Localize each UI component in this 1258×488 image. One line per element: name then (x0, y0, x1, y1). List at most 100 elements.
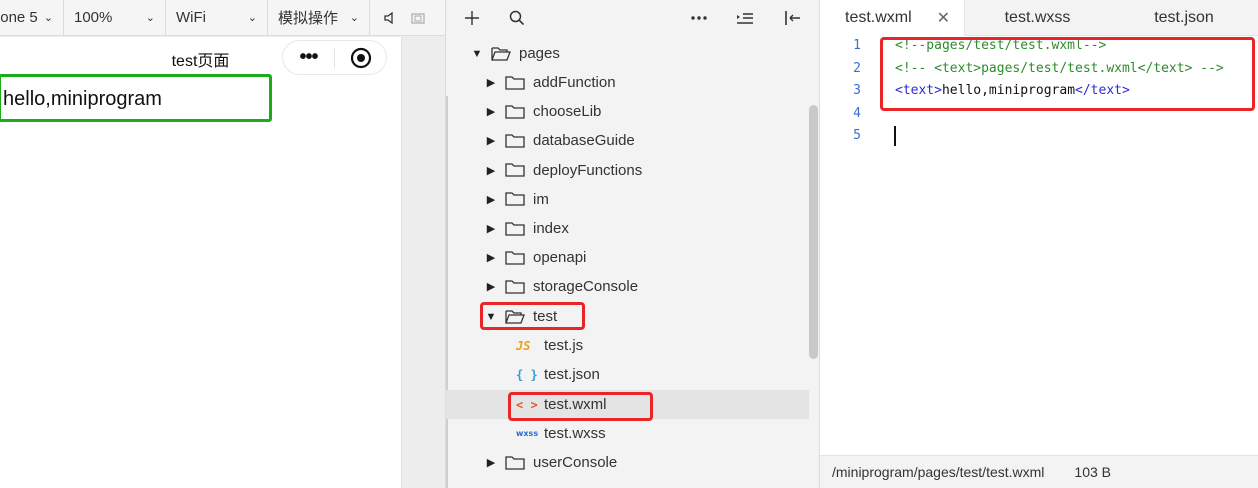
indent-list-icon (737, 13, 753, 24)
tree-label: addFunction (533, 74, 616, 91)
collapsed-arrow-icon: ▶ (486, 252, 496, 265)
folder-icon (505, 250, 525, 266)
chevron-down-icon: ⌄ (247, 12, 257, 24)
collapsed-arrow-icon: ▶ (486, 77, 496, 89)
wxss-file-icon: wxss (516, 429, 539, 438)
tree-folder-item[interactable]: ▶ deployFunctions (446, 156, 809, 185)
collapsed-arrow-icon: ▶ (486, 281, 496, 294)
zoom-select[interactable]: 100% ⌄ (64, 0, 166, 36)
tree-label: databaseGuide (533, 132, 635, 150)
collapse-button[interactable] (777, 0, 807, 36)
collapsed-arrow-icon: ▶ (486, 164, 496, 177)
more-button[interactable] (684, 0, 714, 36)
json-file-icon: { } (516, 367, 538, 382)
tree-label: im (533, 190, 549, 208)
red-highlight-code (880, 37, 1255, 111)
tree-label: chooseLib (533, 103, 602, 121)
tree-folder-item[interactable]: ▶ storageConsole (446, 272, 809, 301)
tree-label: test.json (544, 366, 600, 383)
chevron-down-icon: ⌄ (145, 12, 155, 24)
tab-test-wxml[interactable]: test.wxml ✕ (820, 0, 965, 36)
folder-icon (505, 133, 525, 149)
tree-folder-item[interactable]: ▶ addFunction (446, 68, 809, 97)
device-select-label: one 5 (0, 9, 38, 26)
zoom-select-label: 100% (74, 9, 113, 26)
ellipsis-icon (691, 16, 707, 20)
tab-label: test.wxml (845, 9, 912, 26)
operation-select[interactable]: 模拟操作 ⌄ (268, 0, 370, 36)
more-dots-button[interactable]: ••• (283, 46, 334, 69)
folder-icon (505, 191, 525, 207)
plus-icon (465, 11, 479, 25)
operation-select-label: 模拟操作 (278, 10, 339, 27)
red-highlight-wxml-file (508, 392, 653, 421)
tree-folder-item[interactable]: ▶ index (446, 214, 809, 243)
network-select[interactable]: WiFi ⌄ (166, 0, 268, 36)
folder-icon (505, 455, 525, 471)
tree-file-test-wxss[interactable]: wxss test.wxss (446, 419, 809, 448)
speaker-icon (384, 11, 393, 24)
tree-label: deployFunctions (533, 161, 643, 179)
network-select-label: WiFi (176, 9, 206, 26)
collapsed-arrow-icon: ▶ (486, 223, 496, 235)
folder-icon (505, 104, 525, 120)
line-number: 2 (853, 61, 861, 76)
capsule-close-button[interactable] (335, 47, 386, 69)
js-file-icon: JS (516, 338, 531, 353)
expanded-arrow-icon: ▼ (471, 47, 483, 60)
simulator-toolbar: one 5 ⌄ 100% ⌄ WiFi ⌄ 模拟操作 ⌄ (0, 0, 445, 36)
tree-file-test-json[interactable]: { } test.json (446, 360, 809, 389)
capsule-menu: ••• (282, 40, 387, 75)
file-tree-toolbar (446, 0, 819, 36)
folder-icon (505, 279, 525, 295)
collapsed-arrow-icon: ▶ (486, 193, 496, 206)
outline-button[interactable] (730, 0, 760, 36)
line-number: 1 (853, 38, 861, 53)
tab-test-wxss[interactable]: test.wxss (965, 0, 1110, 36)
tree-folder-item[interactable]: ▶ openapi (446, 243, 809, 272)
close-icon[interactable]: ✕ (937, 8, 950, 28)
tab-label: test.wxss (1004, 9, 1071, 26)
tree-folder-item[interactable]: ▶ chooseLib (446, 97, 809, 126)
collapse-left-icon (785, 11, 800, 25)
chevron-down-icon: ⌄ (349, 12, 359, 24)
code-editor: test.wxml ✕ test.wxss test.json 1 2 3 4 … (820, 0, 1258, 488)
status-file-size: 103 B (1074, 464, 1111, 480)
status-file-path: /miniprogram/pages/test/test.wxml (832, 464, 1045, 480)
folder-icon (505, 75, 525, 91)
tree-label: index (533, 220, 569, 237)
tree-label: userConsole (533, 454, 618, 471)
collapsed-arrow-icon: ▶ (486, 457, 496, 469)
tab-test-json[interactable]: test.json (1110, 0, 1258, 36)
tree-scrollbar[interactable] (809, 105, 818, 359)
open-folder-icon (491, 46, 511, 62)
search-button[interactable] (502, 0, 532, 36)
line-number: 3 (853, 83, 861, 98)
folder-icon (505, 221, 525, 237)
tree-folder-pages[interactable]: ▼ pages (446, 39, 809, 68)
collapsed-arrow-icon: ▶ (486, 135, 496, 148)
tree-folder-item[interactable]: ▶ im (446, 185, 809, 214)
tree-label: test.wxss (544, 425, 606, 442)
simulator-margin (401, 37, 445, 488)
record-circle-icon (350, 47, 371, 68)
tree-label: openapi (533, 249, 587, 267)
add-button[interactable] (457, 0, 487, 36)
sound-button[interactable] (370, 0, 410, 36)
chevron-down-icon: ⌄ (43, 12, 53, 24)
tree-file-test-js[interactable]: JS test.js (446, 331, 809, 360)
status-bar: /miniprogram/pages/test/test.wxml 103 B (820, 455, 1258, 488)
device-select[interactable]: one 5 ⌄ (0, 0, 64, 36)
text-cursor (894, 126, 896, 146)
line-number: 5 (853, 128, 861, 143)
simulator-panel: one 5 ⌄ 100% ⌄ WiFi ⌄ 模拟操作 ⌄ test页面 ••• (0, 0, 445, 488)
red-highlight-test-folder (480, 302, 585, 330)
screen-button[interactable] (410, 0, 434, 36)
file-tree-panel: ▼ pages ▶ addFunction ▶ chooseLib ▶ databaseG… (445, 0, 820, 488)
tree-folder-item[interactable]: ▶ userConsole (446, 448, 809, 477)
tree-label: storageConsole (533, 278, 639, 296)
tree-label: pages (519, 45, 560, 62)
phone-screen: test页面 ••• hello,miniprogram (0, 37, 401, 488)
hello-text: hello,miniprogram (3, 88, 162, 110)
tree-folder-item[interactable]: ▶ databaseGuide (446, 126, 809, 155)
